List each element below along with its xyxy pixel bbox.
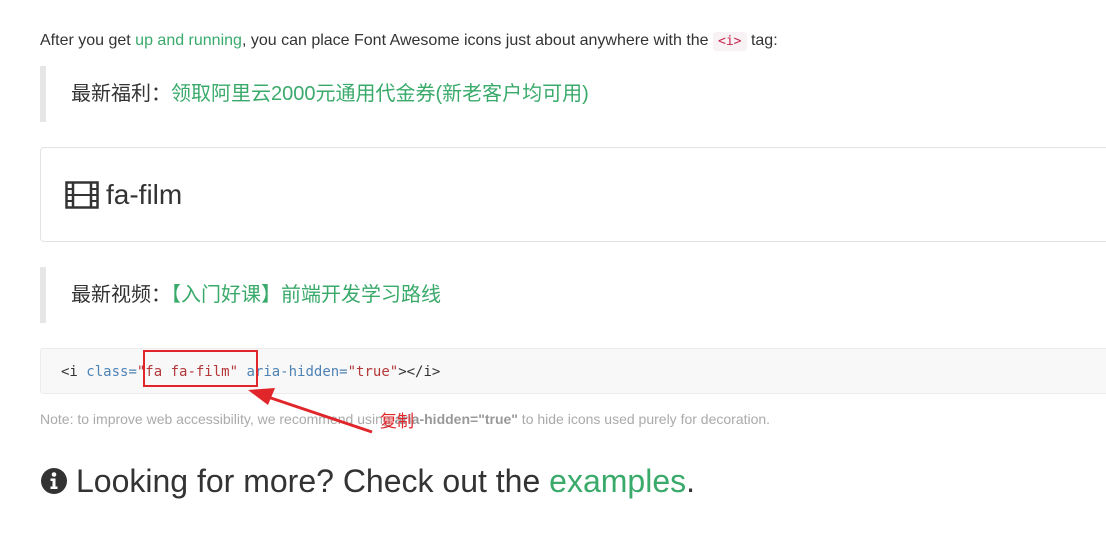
notice-video-label: 最新视频： xyxy=(71,284,171,306)
notice-video: 最新视频：【入门好课】前端开发学习路线 xyxy=(40,267,1106,323)
looking-for-more: Looking for more? Check out the examples… xyxy=(40,461,695,501)
intro-middle: , you can place Font Awesome icons just … xyxy=(241,32,714,49)
intro-before: After you get xyxy=(40,32,136,49)
highlight-box xyxy=(143,350,258,387)
aliyun-coupon-link[interactable]: 领取阿里云2000元通用代金券(新老客户均可用) xyxy=(171,83,589,105)
code-open: <i xyxy=(61,364,87,380)
more-end: . xyxy=(686,463,695,499)
examples-link[interactable]: examples xyxy=(549,463,686,499)
film-icon xyxy=(65,181,99,209)
note-before: Note: to improve web accessibility, we r… xyxy=(40,411,395,427)
note-after: to hide icons used purely for decoration… xyxy=(517,411,771,427)
more-text: Looking for more? Check out the xyxy=(76,463,550,499)
info-circle-icon xyxy=(41,468,67,494)
intro-after: tag: xyxy=(746,32,778,49)
code-val-aria: "true" xyxy=(347,364,399,380)
notice-welfare-label: 最新福利： xyxy=(71,83,171,105)
intro-text: After you get up and running, you can pl… xyxy=(40,30,778,53)
notice-welfare: 最新福利：领取阿里云2000元通用代金券(新老客户均可用) xyxy=(40,66,1106,122)
icon-card: fa-film xyxy=(40,147,1106,242)
frontend-course-link[interactable]: 【入门好课】前端开发学习路线 xyxy=(171,284,441,306)
code-attr-class: class= xyxy=(86,364,137,380)
code-close: ></i> xyxy=(398,364,441,380)
icon-name: fa-film xyxy=(106,179,183,210)
code-attr-aria: aria-hidden= xyxy=(246,364,348,380)
i-tag-code: <i> xyxy=(713,32,747,51)
copy-annotation-label: 复制 xyxy=(380,412,414,432)
up-and-running-link[interactable]: up and running xyxy=(135,32,242,49)
